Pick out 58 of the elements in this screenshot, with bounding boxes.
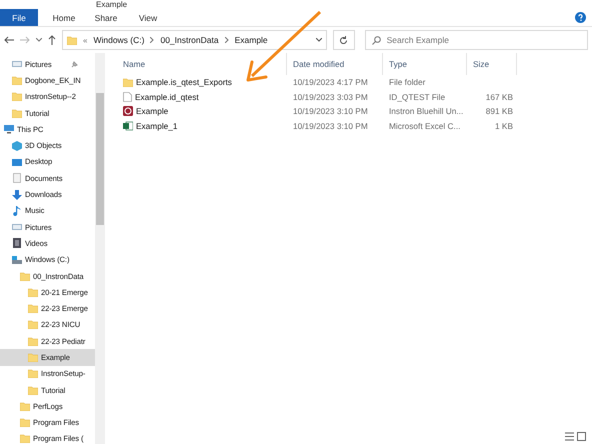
details-view-icon[interactable] <box>565 432 574 441</box>
breadcrumb[interactable]: Example <box>234 35 268 45</box>
date-cell-text: 10/19/2023 4:17 PM <box>292 77 369 88</box>
type-cell-text: Instron Bluehill Un... <box>388 106 464 116</box>
refresh-button[interactable] <box>332 30 355 50</box>
date-cell-text: 10/19/2023 3:03 PM <box>292 92 369 102</box>
breadcrumb[interactable]: Windows (C:) <box>93 35 144 45</box>
help-icon[interactable] <box>575 12 586 23</box>
size-cell-text: 1 KB <box>494 120 514 131</box>
column-header[interactable]: Name <box>117 53 287 75</box>
size-cell-text: 167 KB <box>484 92 514 102</box>
large-icons-view-icon[interactable] <box>577 432 586 441</box>
computer-icon <box>4 124 14 134</box>
type-cell-text: File folder <box>388 77 426 88</box>
app-icon <box>123 106 133 116</box>
chevron-down-icon[interactable] <box>316 38 322 42</box>
date-cell-text: 10/19/2023 3:10 PM <box>292 120 369 131</box>
address-bar[interactable]: « Windows (C:) 00_InstronData Example <box>62 30 327 50</box>
chevron-right-icon <box>224 37 229 43</box>
ribbon-tab[interactable]: Share <box>88 9 124 26</box>
up-arrow-icon[interactable] <box>48 35 56 45</box>
cube-icon <box>12 140 22 151</box>
file-name[interactable]: Example <box>117 106 287 116</box>
type-cell-text: ID_QTEST File <box>388 92 446 102</box>
search-icon <box>372 36 381 44</box>
window-title: Example <box>96 0 128 9</box>
breadcrumb[interactable]: 00_InstronData <box>160 35 219 45</box>
chevron-down-icon[interactable] <box>36 38 42 42</box>
refresh-icon <box>339 36 348 44</box>
size-cell-text: 891 KB <box>484 106 514 116</box>
column-header[interactable]: Type <box>383 53 467 75</box>
overflow-chevron[interactable]: « <box>83 36 88 44</box>
file-name[interactable]: Example.id_qtest <box>117 92 287 102</box>
chevron-right-icon <box>150 37 154 43</box>
music-note-icon <box>12 206 22 216</box>
file-name[interactable]: Example_1 <box>117 120 287 131</box>
search-field[interactable]: Search Example <box>364 30 588 50</box>
pictures-icon <box>12 59 22 70</box>
pictures-icon <box>12 222 22 232</box>
document-icon <box>123 92 132 102</box>
folder-icon <box>67 36 77 44</box>
date-cell-text: 10/19/2023 3:10 PM <box>292 106 369 116</box>
ribbon-tab[interactable]: File <box>0 9 38 26</box>
spreadsheet-icon <box>123 120 133 131</box>
ribbon-tab[interactable]: Home <box>46 9 82 26</box>
drive-icon <box>12 254 22 265</box>
type-cell-text: Microsoft Excel C... <box>388 120 462 131</box>
desktop-icon <box>12 156 22 167</box>
file-name[interactable]: Example.is_qtest_Exports <box>117 77 287 88</box>
ribbon-tab[interactable]: View <box>130 9 166 26</box>
document-icon <box>12 173 22 184</box>
folder-icon <box>123 78 133 87</box>
column-header[interactable]: Date modified <box>287 53 383 75</box>
scrollbar[interactable] <box>95 53 105 444</box>
back-arrow-icon[interactable] <box>4 36 14 44</box>
column-header[interactable]: Size <box>467 53 517 75</box>
download-arrow-icon <box>12 190 22 200</box>
film-icon <box>12 238 22 248</box>
